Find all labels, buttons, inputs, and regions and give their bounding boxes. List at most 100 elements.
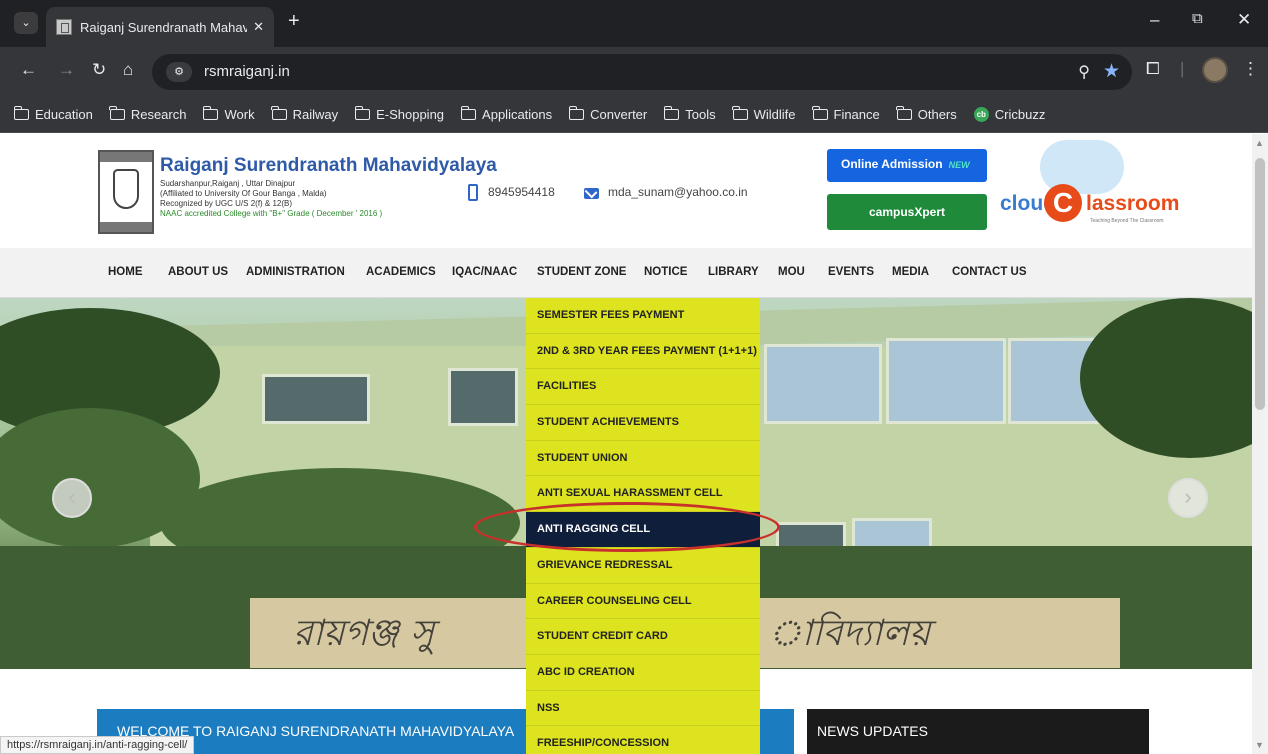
profile-avatar[interactable] [1202,57,1228,83]
bookmark-eshopping[interactable]: E-Shopping [354,106,445,122]
bookmark-label: Work [224,107,255,122]
news-updates-panel: NEWS UPDATES [807,709,1149,754]
hero-sign-text-right: াবিদ্যালয় [768,613,931,654]
dropdown-item-facilities[interactable]: FACILITIES [526,369,760,406]
nav-library[interactable]: LIBRARY [708,266,759,278]
cloud-logo-suffix[interactable]: lassroom [1086,192,1179,216]
folder-icon [896,106,912,120]
bookmark-tools[interactable]: Tools [663,106,716,122]
dropdown-item-year-fees-payment[interactable]: 2ND & 3RD YEAR FEES PAYMENT (1+1+1) [526,334,760,370]
folder-icon [271,106,287,120]
hero-window [886,338,1006,424]
bookmark-label: Wildlife [753,107,796,122]
extensions-icon[interactable]: ⧠ [1146,59,1160,79]
forward-arrow-icon[interactable]: → [58,60,75,80]
scroll-up-arrow-icon[interactable]: ▲ [1255,138,1264,148]
cricbuzz-icon: cb [973,107,989,122]
nav-mou[interactable]: MOU [778,266,805,278]
tab-active[interactable]: Raiganj Surendranath Mahavid ✕ [46,7,274,47]
dropdown-item-semester-fees-payment[interactable]: SEMESTER FEES PAYMENT [526,298,760,334]
bookmark-cricbuzz[interactable]: cb Cricbuzz [973,107,1046,122]
hero-window [448,368,518,426]
scroll-down-arrow-icon[interactable]: ▼ [1255,740,1264,750]
minimize-icon[interactable]: – [1150,10,1159,30]
bookmark-research[interactable]: Research [109,106,187,122]
nav-about-us[interactable]: ABOUT US [168,266,228,278]
nav-events[interactable]: EVENTS [828,266,874,278]
address-bar[interactable]: ⚙ rsmraiganj.in ⚲ ★ [152,54,1132,90]
online-admission-button[interactable]: Online Admission NEW [827,149,987,182]
bookmark-others[interactable]: Others [896,106,957,122]
main-nav: HOME ABOUT US ADMINISTRATION ACADEMICS I… [0,248,1252,298]
phone-number[interactable]: 8945954418 [488,185,555,199]
nav-academics[interactable]: ACADEMICS [366,266,436,278]
browser-toolbar: ← → ↻ ⌂ ⚙ rsmraiganj.in ⚲ ★ ⧠ | ⋮ [0,47,1268,97]
url-text[interactable]: rsmraiganj.in [204,63,290,80]
bookmark-star-icon[interactable]: ★ [1103,60,1120,83]
bookmark-label: Research [130,107,187,122]
dropdown-item-career-counseling-cell[interactable]: CAREER COUNSELING CELL [526,584,760,620]
bookmark-label: Education [35,107,93,122]
bookmark-label: Railway [292,107,339,122]
dropdown-item-student-credit-card[interactable]: STUDENT CREDIT CARD [526,619,760,655]
dropdown-item-student-achievements[interactable]: STUDENT ACHIEVEMENTS [526,405,760,441]
slider-prev-arrow-icon[interactable]: ‹ [52,478,92,518]
dropdown-item-abc-id-creation[interactable]: ABC ID CREATION [526,655,760,691]
bookmark-railway[interactable]: Railway [271,106,339,122]
college-name[interactable]: Raiganj Surendranath Mahavidyalaya [160,155,497,177]
bookmark-label: Cricbuzz [994,107,1046,122]
home-icon[interactable]: ⌂ [123,60,133,80]
admission-label: Online Admission [841,157,943,171]
college-logo[interactable] [98,150,154,234]
link-status-bar: https://rsmraiganj.in/anti-ragging-cell/ [0,736,195,754]
bookmark-education[interactable]: Education [13,106,93,122]
nav-contact-us[interactable]: CONTACT US [952,266,1027,278]
dropdown-item-student-union[interactable]: STUDENT UNION [526,441,760,477]
bookmark-wildlife[interactable]: Wildlife [732,106,796,122]
restore-icon[interactable]: ⧉ [1192,10,1203,27]
logo-bottom-band [100,222,152,232]
scrollbar-thumb[interactable] [1255,158,1265,410]
folder-icon [812,106,828,120]
bookmark-applications[interactable]: Applications [460,106,552,122]
dropdown-item-grievance-redressal[interactable]: GRIEVANCE REDRESSAL [526,548,760,584]
reload-icon[interactable]: ↻ [92,60,106,80]
tab-close-icon[interactable]: ✕ [253,19,264,35]
nav-media[interactable]: MEDIA [892,266,929,278]
page-scrollbar[interactable]: ▲ ▼ [1252,134,1268,754]
cloud-logo-c[interactable]: C [1044,184,1082,222]
dropdown-item-freeship-concession[interactable]: FREESHIP/CONCESSION [526,726,760,754]
cloud-logo-tagline: Teaching Beyond The Classroom [1090,218,1164,224]
college-address: Sudarshanpur,Raiganj , Uttar Dinajpur [160,179,296,188]
nav-administration[interactable]: ADMINISTRATION [246,266,345,278]
more-menu-icon[interactable]: ⋮ [1242,59,1259,79]
bookmarks-bar: Education Research Work Railway E-Shoppi… [0,97,1268,133]
site-info-icon[interactable]: ⚙ [166,62,192,82]
bookmark-label: Converter [590,107,648,122]
bookmark-label: Others [917,107,957,122]
tab-search-chevron-icon[interactable]: ⌄ [14,12,38,34]
browser-window: ⌄ Raiganj Surendranath Mahavid ✕ + – ⧉ ✕… [0,0,1268,754]
slider-next-arrow-icon[interactable]: › [1168,478,1208,518]
nav-notice[interactable]: NOTICE [644,266,687,278]
folder-icon [663,106,680,120]
nav-student-zone[interactable]: STUDENT ZONE [537,266,626,278]
bookmark-label: E-Shopping [376,107,445,122]
nav-home[interactable]: HOME [108,266,143,278]
news-updates-title: NEWS UPDATES [817,723,928,739]
logo-shield-icon [113,169,139,209]
campusxpert-button[interactable]: campusXpert [827,194,987,230]
dropdown-item-nss[interactable]: NSS [526,691,760,727]
site-header: Raiganj Surendranath Mahavidyalaya Sudar… [0,134,1252,248]
back-arrow-icon[interactable]: ← [20,60,37,80]
bookmark-work[interactable]: Work [202,106,255,122]
bookmark-finance[interactable]: Finance [812,106,880,122]
close-window-icon[interactable]: ✕ [1237,10,1251,30]
new-tab-plus-icon[interactable]: + [288,10,300,33]
zoom-icon[interactable]: ⚲ [1078,62,1090,82]
phone-icon [468,184,478,201]
nav-iqac-naac[interactable]: IQAC/NAAC [452,266,517,278]
bookmark-label: Finance [833,107,880,122]
bookmark-converter[interactable]: Converter [568,106,648,122]
email-address[interactable]: mda_sunam@yahoo.co.in [608,185,748,199]
